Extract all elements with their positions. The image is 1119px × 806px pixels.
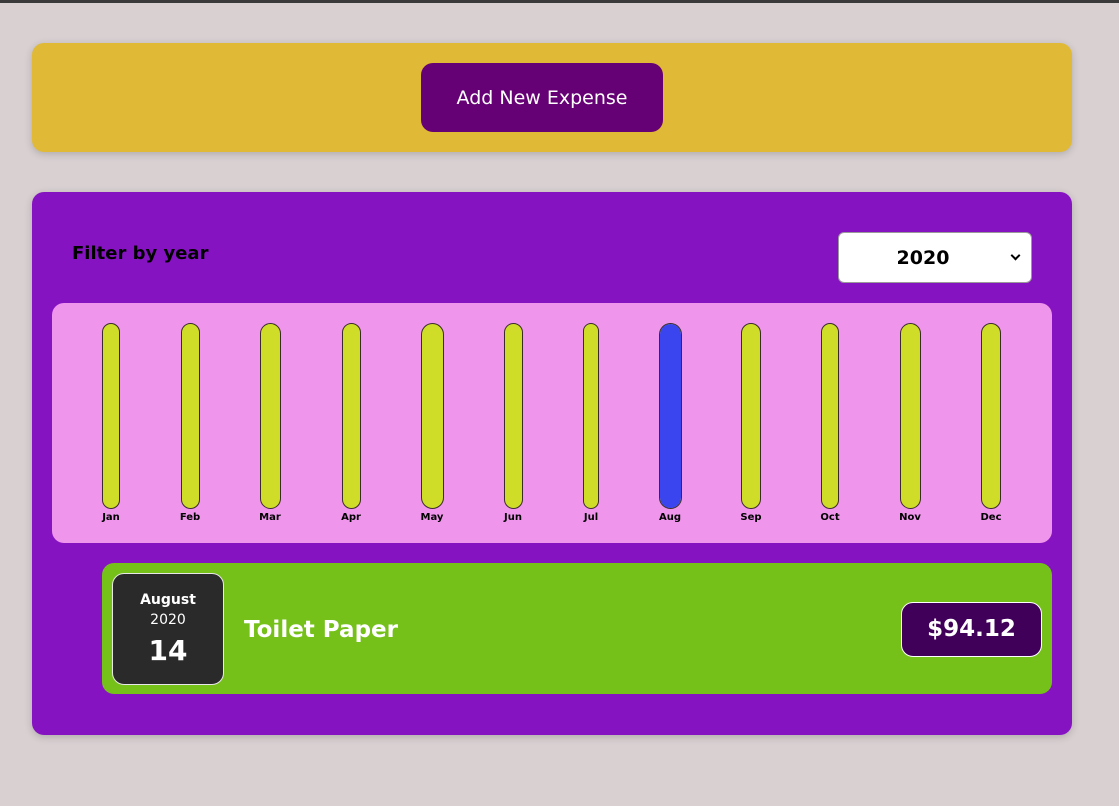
chart-bar-label: Aug [658, 512, 682, 523]
year-select[interactable]: 2020 [838, 232, 1032, 283]
chart-bar-label: Nov [899, 512, 921, 523]
chart-bar-jan: Jan [81, 323, 141, 523]
chart-bar-track [981, 323, 1001, 509]
chart-bar-label: Oct [820, 512, 840, 523]
chart-bar-label: Apr [341, 512, 361, 523]
expense-title: Toilet Paper [244, 617, 398, 643]
chart-bar-label: May [420, 512, 444, 523]
chart-bar-dec: Dec [961, 323, 1021, 523]
expense-amount: $94.12 [901, 602, 1042, 657]
chart-bar-label: Feb [179, 512, 201, 523]
year-select-value: 2020 [896, 247, 950, 269]
chart-bar-fill [659, 324, 681, 508]
add-new-expense-button[interactable]: Add New Expense [421, 63, 663, 132]
chart-bar-mar: Mar [240, 323, 300, 523]
chart-bar-label: Dec [980, 512, 1002, 523]
chart-bar-track [102, 323, 120, 509]
chart-bar-track [741, 323, 761, 509]
expense-date-year: 2020 [150, 612, 186, 628]
chart-bar-sep: Sep [721, 323, 781, 523]
expense-date-day: 14 [148, 634, 188, 667]
chart-bar-oct: Oct [800, 323, 860, 523]
chart-bar-track [899, 323, 921, 509]
chart-bar-apr: Apr [321, 323, 381, 523]
chart-bar-nov: Nov [880, 323, 940, 523]
chart-bar-may: May [402, 323, 462, 523]
new-expense-panel: Add New Expense [32, 43, 1072, 152]
chart-bar-track [821, 323, 839, 509]
chart-bar-jun: Jun [483, 323, 543, 523]
expense-date-month: August [140, 592, 196, 608]
chart-bar-aug: Aug [640, 323, 700, 523]
chart-bar-track [259, 323, 281, 509]
window-top-border [0, 0, 1119, 3]
chart-bar-label: Jul [583, 512, 599, 523]
chart-bar-track [583, 323, 599, 509]
chart-bar-track [341, 323, 361, 509]
chart-bar-track [420, 323, 444, 509]
chart-bar-feb: Feb [160, 323, 220, 523]
expenses-panel: Filter by year 2020 Jan Feb Mar Apr May Jun Ju… [32, 192, 1072, 735]
monthly-expenses-chart: Jan Feb Mar Apr May Jun Jul Aug Sep Oct Nov Dec [52, 303, 1052, 543]
chart-bar-label: Jan [102, 512, 120, 523]
chart-bar-label: Sep [740, 512, 762, 523]
expense-item: August 2020 14 Toilet Paper $94.12 [102, 563, 1052, 694]
expense-date: August 2020 14 [112, 573, 224, 685]
chart-bar-jul: Jul [561, 323, 621, 523]
filter-by-year-label: Filter by year [72, 243, 209, 264]
chart-bar-track [180, 323, 200, 509]
chevron-down-icon [1010, 250, 1021, 261]
chart-bar-track [503, 323, 523, 509]
chart-bar-label: Jun [504, 512, 522, 523]
chart-bar-label: Mar [259, 512, 281, 523]
chart-bar-track [658, 323, 682, 509]
